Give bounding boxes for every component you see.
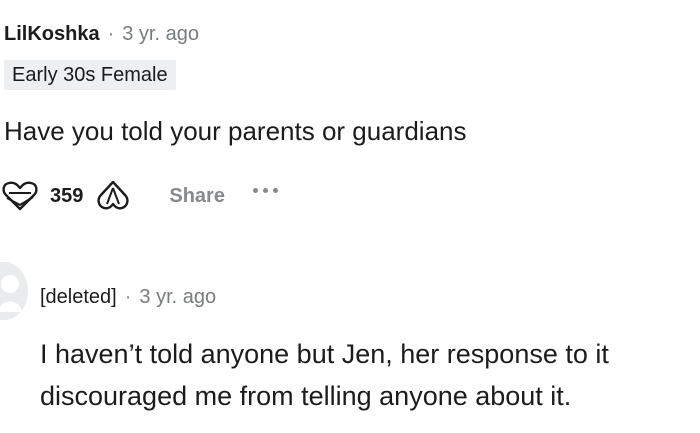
heart-downvote-icon[interactable] bbox=[93, 176, 133, 216]
comment-2-meta: [deleted] · 3 yr. ago bbox=[40, 283, 216, 311]
comment-2-timestamp[interactable]: 3 yr. ago bbox=[139, 283, 216, 311]
vote-count: 359 bbox=[50, 184, 84, 207]
meta-separator: · bbox=[107, 23, 115, 45]
more-dot bbox=[252, 187, 258, 193]
comment-2-body-line-1: I haven’t told anyone but Jen, her respo… bbox=[40, 339, 609, 369]
comment-2-body: I haven’t told anyone but Jen, her respo… bbox=[40, 333, 690, 417]
share-button[interactable]: Share bbox=[169, 185, 225, 208]
comment-thread: LilKoshka · 3 yr. ago Early 30s Female H… bbox=[0, 0, 700, 433]
comment-1-actions: 359 Share bbox=[0, 176, 283, 216]
more-dot bbox=[272, 187, 278, 193]
comment-2-body-line-2: discouraged me from telling anyone about… bbox=[40, 381, 572, 411]
heart-upvote-icon[interactable] bbox=[0, 176, 40, 216]
user-flair: Early 30s Female bbox=[4, 60, 176, 90]
meta-separator: · bbox=[124, 286, 132, 308]
comment-1-meta: LilKoshka · 3 yr. ago bbox=[4, 20, 199, 48]
comment-1-timestamp[interactable]: 3 yr. ago bbox=[122, 20, 199, 48]
comment-1-author[interactable]: LilKoshka bbox=[4, 20, 100, 48]
more-dot bbox=[262, 187, 268, 193]
default-avatar-icon[interactable] bbox=[0, 262, 28, 320]
comment-1-body: Have you told your parents or guardians bbox=[4, 116, 467, 146]
more-options-icon[interactable] bbox=[252, 176, 283, 216]
comment-2-author: [deleted] bbox=[40, 286, 117, 308]
